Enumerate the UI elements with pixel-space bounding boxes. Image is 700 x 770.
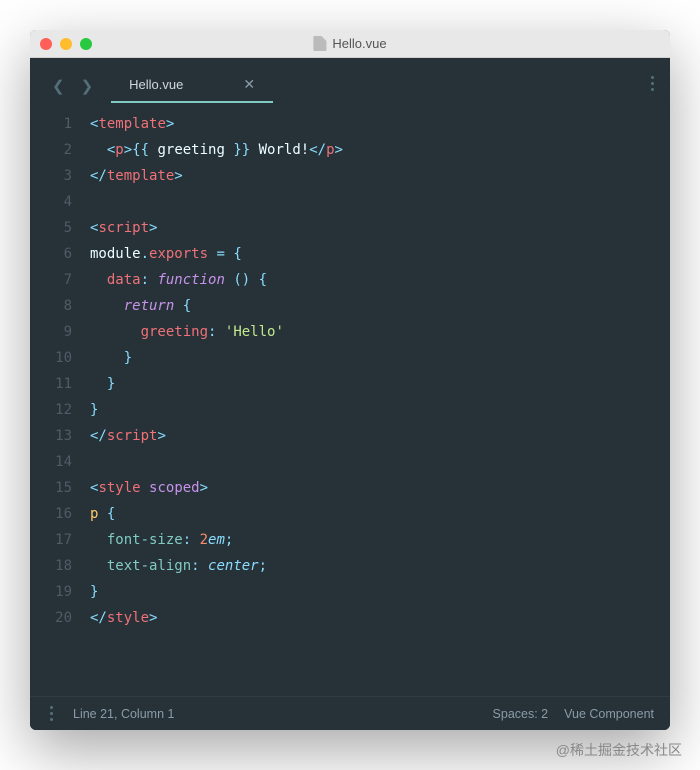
- tab-label: Hello.vue: [129, 77, 183, 92]
- editor-window: Hello.vue ❮ ❯ Hello.vue ✕ 12345678910111…: [30, 30, 670, 730]
- status-menu-button[interactable]: [46, 702, 57, 725]
- code-line[interactable]: [90, 449, 670, 475]
- minimize-window-button[interactable]: [60, 38, 72, 50]
- code-editor[interactable]: 1234567891011121314151617181920 <templat…: [30, 103, 670, 696]
- close-window-button[interactable]: [40, 38, 52, 50]
- code-line[interactable]: }: [90, 397, 670, 423]
- code-content[interactable]: <template> <p>{{ greeting }} World!</p><…: [90, 111, 670, 696]
- line-number: 8: [30, 293, 72, 319]
- tab-menu-button[interactable]: [647, 72, 658, 95]
- indentation-setting[interactable]: Spaces: 2: [493, 707, 549, 721]
- code-line[interactable]: [90, 189, 670, 215]
- code-line[interactable]: return {: [90, 293, 670, 319]
- code-line[interactable]: </script>: [90, 423, 670, 449]
- status-bar: Line 21, Column 1 Spaces: 2 Vue Componen…: [30, 696, 670, 730]
- close-tab-icon[interactable]: ✕: [243, 76, 255, 93]
- line-number: 12: [30, 397, 72, 423]
- file-icon: [313, 36, 326, 51]
- code-line[interactable]: }: [90, 371, 670, 397]
- code-line[interactable]: <template>: [90, 111, 670, 137]
- line-number: 14: [30, 449, 72, 475]
- line-number: 16: [30, 501, 72, 527]
- code-line[interactable]: module.exports = {: [90, 241, 670, 267]
- line-number: 15: [30, 475, 72, 501]
- code-line[interactable]: data: function () {: [90, 267, 670, 293]
- line-number: 1: [30, 111, 72, 137]
- line-number: 7: [30, 267, 72, 293]
- line-number: 10: [30, 345, 72, 371]
- language-mode[interactable]: Vue Component: [564, 707, 654, 721]
- nav-back-button[interactable]: ❮: [44, 73, 73, 99]
- code-line[interactable]: p {: [90, 501, 670, 527]
- tab-active[interactable]: Hello.vue ✕: [111, 68, 273, 103]
- window-title-text: Hello.vue: [332, 36, 386, 51]
- line-number: 13: [30, 423, 72, 449]
- line-number: 11: [30, 371, 72, 397]
- line-number: 20: [30, 605, 72, 631]
- code-line[interactable]: <p>{{ greeting }} World!</p>: [90, 137, 670, 163]
- line-number: 2: [30, 137, 72, 163]
- maximize-window-button[interactable]: [80, 38, 92, 50]
- code-line[interactable]: }: [90, 345, 670, 371]
- code-line[interactable]: </template>: [90, 163, 670, 189]
- tab-bar: ❮ ❯ Hello.vue ✕: [30, 58, 670, 103]
- line-number: 6: [30, 241, 72, 267]
- line-number: 18: [30, 553, 72, 579]
- code-line[interactable]: </style>: [90, 605, 670, 631]
- line-number-gutter: 1234567891011121314151617181920: [30, 111, 90, 696]
- titlebar: Hello.vue: [30, 30, 670, 58]
- code-line[interactable]: }: [90, 579, 670, 605]
- line-number: 19: [30, 579, 72, 605]
- code-line[interactable]: <style scoped>: [90, 475, 670, 501]
- code-line[interactable]: <script>: [90, 215, 670, 241]
- line-number: 9: [30, 319, 72, 345]
- code-line[interactable]: font-size: 2em;: [90, 527, 670, 553]
- line-number: 5: [30, 215, 72, 241]
- code-line[interactable]: text-align: center;: [90, 553, 670, 579]
- watermark-text: @稀土掘金技术社区: [556, 740, 682, 760]
- window-title: Hello.vue: [313, 36, 386, 51]
- cursor-position[interactable]: Line 21, Column 1: [73, 707, 174, 721]
- line-number: 4: [30, 189, 72, 215]
- nav-forward-button[interactable]: ❯: [73, 73, 102, 99]
- line-number: 17: [30, 527, 72, 553]
- window-controls: [40, 38, 92, 50]
- code-line[interactable]: greeting: 'Hello': [90, 319, 670, 345]
- line-number: 3: [30, 163, 72, 189]
